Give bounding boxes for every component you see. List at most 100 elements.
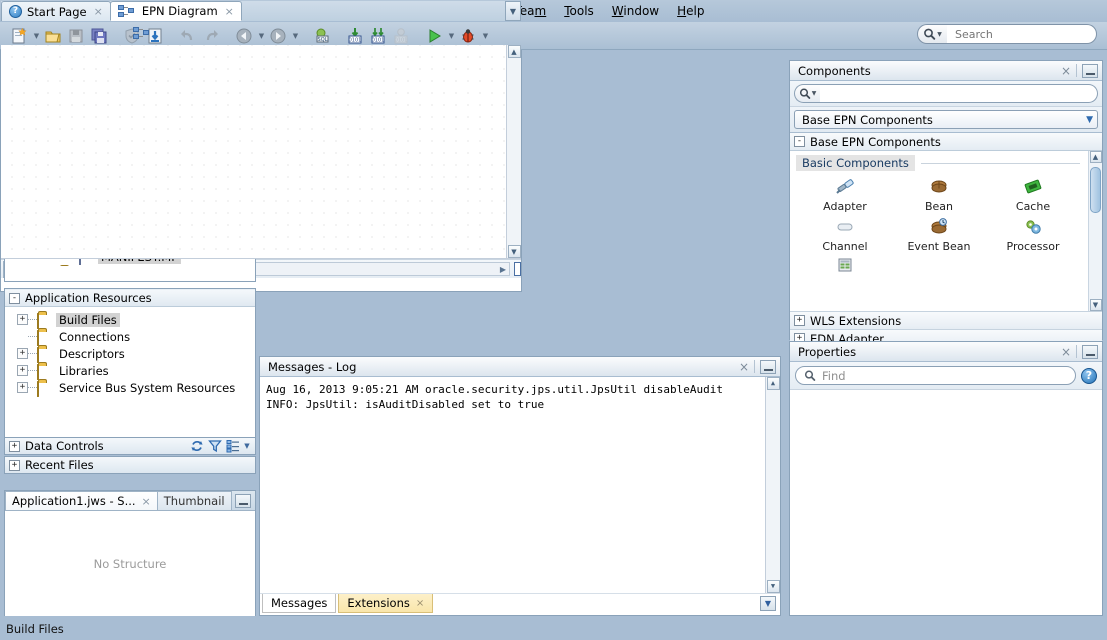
help-icon[interactable]: ? xyxy=(1081,367,1097,384)
components-palette-combo[interactable]: Base EPN Components ▼ xyxy=(794,110,1098,129)
component-processor[interactable]: Processor xyxy=(986,217,1080,253)
messages-tab-overflow-button[interactable]: ▼ xyxy=(760,596,776,611)
scroll-up-icon[interactable]: ▲ xyxy=(507,45,521,58)
scroll-right-icon[interactable]: ▶ xyxy=(498,265,508,274)
components-group-expander[interactable]: - xyxy=(794,136,805,147)
menu-help[interactable]: Help xyxy=(668,2,713,20)
close-icon[interactable]: × xyxy=(142,495,151,508)
new-file-icon[interactable] xyxy=(8,25,30,47)
debug-icon[interactable] xyxy=(457,25,479,47)
forward-dropdown-icon[interactable]: ▼ xyxy=(290,25,301,47)
back-icon[interactable] xyxy=(233,25,255,47)
folder-icon xyxy=(37,312,53,329)
rebuild-icon[interactable]: 0101 xyxy=(367,25,389,47)
properties-panel-title: Properties × xyxy=(790,342,1102,362)
folder-icon xyxy=(37,346,53,363)
application-resources-label: Application Resources xyxy=(25,291,152,305)
search-icon[interactable]: ▼ xyxy=(794,84,820,103)
new-dropdown-icon[interactable]: ▼ xyxy=(31,25,42,47)
tree-item-resources[interactable]: + Resources xyxy=(9,265,255,266)
debug-dropdown-icon[interactable]: ▼ xyxy=(480,25,491,47)
expander[interactable]: + xyxy=(17,348,28,359)
expander[interactable]: + xyxy=(17,365,28,376)
log-output[interactable]: Aug 16, 2013 9:05:21 AM oracle.security.… xyxy=(260,377,780,593)
data-controls-expander[interactable]: + xyxy=(9,440,20,452)
components-group-wls-extensions[interactable]: + WLS Extensions xyxy=(790,311,1102,329)
minimize-icon[interactable] xyxy=(760,359,776,374)
redo-icon[interactable] xyxy=(200,25,222,47)
search-icon[interactable]: ▼ xyxy=(917,24,947,44)
close-icon[interactable]: × xyxy=(225,5,234,18)
resource-item-build-files[interactable]: + Build Files xyxy=(9,311,255,329)
log-vertical-scrollbar[interactable]: ▲ ▼ xyxy=(765,377,780,593)
scroll-up-icon[interactable]: ▲ xyxy=(766,377,780,390)
component-adapter[interactable]: Adapter xyxy=(798,177,892,213)
make-icon[interactable]: 0101 xyxy=(344,25,366,47)
sql-icon[interactable]: SQL xyxy=(311,25,333,47)
expander[interactable]: + xyxy=(17,314,28,325)
minimize-icon[interactable] xyxy=(1082,63,1098,78)
view-options-dropdown-icon[interactable]: ▼ xyxy=(243,442,251,450)
minimize-icon[interactable] xyxy=(1082,344,1098,359)
back-dropdown-icon[interactable]: ▼ xyxy=(256,25,267,47)
component-cache[interactable]: Cache xyxy=(986,177,1080,213)
editor-tab-overflow-button[interactable]: ▼ xyxy=(505,1,521,21)
scroll-down-icon[interactable]: ▼ xyxy=(1089,299,1102,311)
epn-diagram-canvas[interactable]: ▲ ▼ xyxy=(1,45,521,259)
tab-messages[interactable]: Messages xyxy=(262,594,337,613)
event-bean-icon xyxy=(928,217,950,237)
log-line-1: Aug 16, 2013 9:05:21 AM oracle.security.… xyxy=(266,383,723,396)
search-input[interactable] xyxy=(947,24,1097,44)
tab-extensions[interactable]: Extensions × xyxy=(338,594,434,613)
component-channel[interactable]: Channel xyxy=(798,217,892,253)
recent-files-expander[interactable]: + xyxy=(9,459,20,471)
scrollbar-thumb[interactable] xyxy=(1090,167,1101,213)
open-folder-icon[interactable] xyxy=(42,25,64,47)
recent-files-section[interactable]: + Recent Files xyxy=(4,456,256,474)
resource-item-service-bus-system-resources[interactable]: + Service Bus System Resources xyxy=(9,379,255,397)
scroll-down-icon[interactable]: ▼ xyxy=(507,245,521,258)
scroll-up-icon[interactable]: ▲ xyxy=(1089,151,1102,163)
refresh-icon[interactable] xyxy=(189,438,205,454)
run-icon[interactable] xyxy=(423,25,445,47)
view-options-icon[interactable] xyxy=(225,438,241,454)
close-icon[interactable]: × xyxy=(416,598,424,609)
components-vertical-scrollbar[interactable]: ▲ ▼ xyxy=(1088,151,1102,311)
menu-window[interactable]: Window xyxy=(603,2,668,20)
wls-extensions-expander[interactable]: + xyxy=(794,315,805,326)
resource-item-label: Libraries xyxy=(59,363,109,378)
tab-epn-diagram[interactable]: EPN Diagram × xyxy=(109,1,242,21)
close-icon[interactable]: × xyxy=(734,360,754,374)
save-all-icon[interactable] xyxy=(88,25,110,47)
component-event-bean[interactable]: Event Bean xyxy=(892,217,986,253)
save-icon[interactable] xyxy=(65,25,87,47)
menu-tools[interactable]: Tools xyxy=(555,2,603,20)
minimize-icon[interactable] xyxy=(235,494,251,508)
chevron-down-icon[interactable]: ▼ xyxy=(1086,115,1093,125)
tab-thumbnail[interactable]: Thumbnail xyxy=(156,491,232,510)
properties-find-field[interactable]: Find xyxy=(795,366,1076,385)
resource-item-connections[interactable]: Connections xyxy=(9,328,255,346)
application-resources-expander[interactable]: - xyxy=(9,292,20,304)
application-resources-header[interactable]: - Application Resources xyxy=(5,289,255,307)
tab-structure[interactable]: Application1.jws - S... × xyxy=(5,491,158,510)
close-icon[interactable]: × xyxy=(94,5,103,18)
canvas-vertical-scrollbar[interactable]: ▲ ▼ xyxy=(506,45,521,258)
scroll-down-icon[interactable]: ▼ xyxy=(766,580,780,593)
forward-icon[interactable] xyxy=(267,25,289,47)
tab-start-page[interactable]: ? Start Page × xyxy=(1,1,111,21)
global-search[interactable]: ▼ xyxy=(917,24,1097,44)
expander[interactable]: + xyxy=(17,382,28,393)
components-group-header[interactable]: - Base EPN Components xyxy=(790,133,1102,151)
component-bean[interactable]: Bean xyxy=(892,177,986,213)
filter-icon[interactable] xyxy=(207,438,223,454)
component-table[interactable] xyxy=(798,257,892,278)
components-search-input[interactable] xyxy=(820,84,1098,103)
run-dropdown-icon[interactable]: ▼ xyxy=(446,25,457,47)
resource-item-descriptors[interactable]: + Descriptors xyxy=(9,345,255,363)
undo-icon[interactable] xyxy=(177,25,199,47)
resource-item-libraries[interactable]: + Libraries xyxy=(9,362,255,380)
close-icon[interactable]: × xyxy=(1056,345,1076,359)
close-icon[interactable]: × xyxy=(1056,64,1076,78)
data-controls-section[interactable]: + Data Controls ▼ xyxy=(4,437,256,455)
